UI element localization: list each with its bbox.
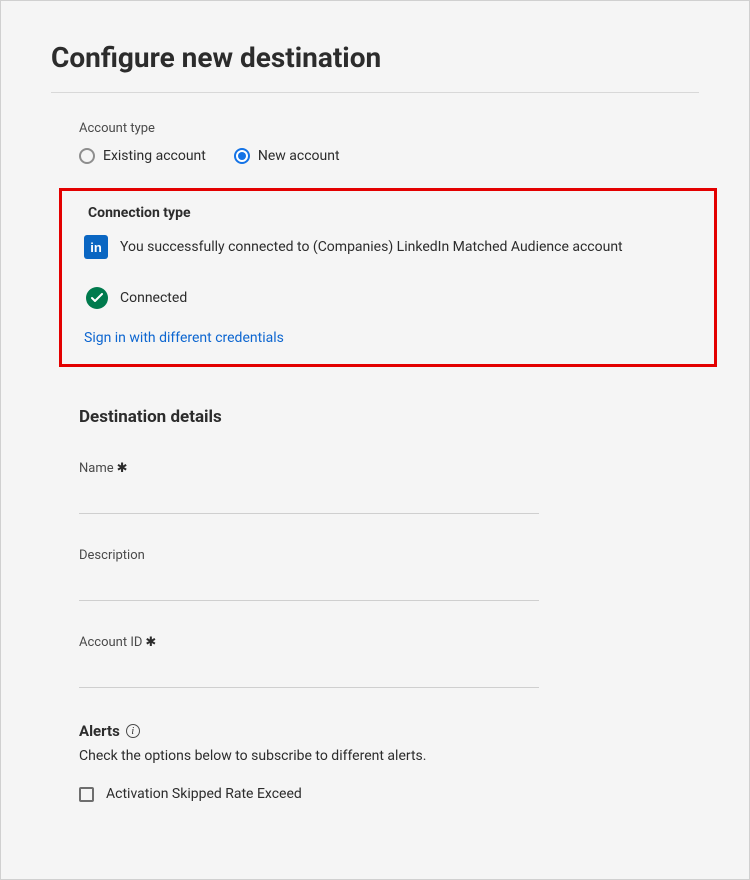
alert-activation-skipped-checkbox[interactable]: Activation Skipped Rate Exceed: [79, 786, 699, 802]
radio-selected-icon: [234, 148, 250, 164]
connection-message-row: in You successfully connected to (Compan…: [84, 235, 692, 259]
radio-new-account[interactable]: New account: [234, 148, 340, 164]
description-input[interactable]: [79, 569, 539, 601]
signin-different-credentials-link[interactable]: Sign in with different credentials: [84, 330, 284, 346]
description-field-group: Description: [79, 548, 699, 601]
linkedin-icon: in: [84, 235, 108, 259]
connection-highlight-box: Connection type in You successfully conn…: [59, 188, 717, 367]
alert-option-label: Activation Skipped Rate Exceed: [106, 786, 302, 802]
connection-success-message: You successfully connected to (Companies…: [120, 239, 623, 255]
required-star-icon: ✱: [145, 635, 156, 650]
radio-new-label: New account: [258, 148, 340, 164]
connection-type-heading: Connection type: [88, 205, 692, 221]
account-id-label: Account ID ✱: [79, 635, 699, 650]
radio-unselected-icon: [79, 148, 95, 164]
alerts-heading: Alerts i: [79, 722, 699, 740]
description-label: Description: [79, 548, 699, 563]
name-label: Name ✱: [79, 461, 699, 476]
checkbox-unchecked-icon: [79, 787, 94, 802]
account-id-input[interactable]: [79, 656, 539, 688]
info-icon[interactable]: i: [126, 724, 140, 738]
configure-destination-page: Configure new destination Account type E…: [0, 0, 750, 880]
radio-existing-account[interactable]: Existing account: [79, 148, 206, 164]
name-field-group: Name ✱: [79, 461, 699, 514]
account-type-label: Account type: [79, 121, 699, 136]
alerts-description: Check the options below to subscribe to …: [79, 748, 699, 764]
title-divider: [51, 92, 699, 93]
account-type-radio-group: Existing account New account: [79, 148, 699, 164]
account-id-field-group: Account ID ✱: [79, 635, 699, 688]
connection-status-row: Connected: [86, 287, 692, 309]
name-input[interactable]: [79, 482, 539, 514]
checkmark-icon: [86, 287, 108, 309]
destination-details-heading: Destination details: [79, 407, 699, 427]
page-title: Configure new destination: [51, 41, 699, 74]
connected-status-label: Connected: [120, 290, 187, 306]
required-star-icon: ✱: [117, 461, 128, 476]
radio-existing-label: Existing account: [103, 148, 206, 164]
